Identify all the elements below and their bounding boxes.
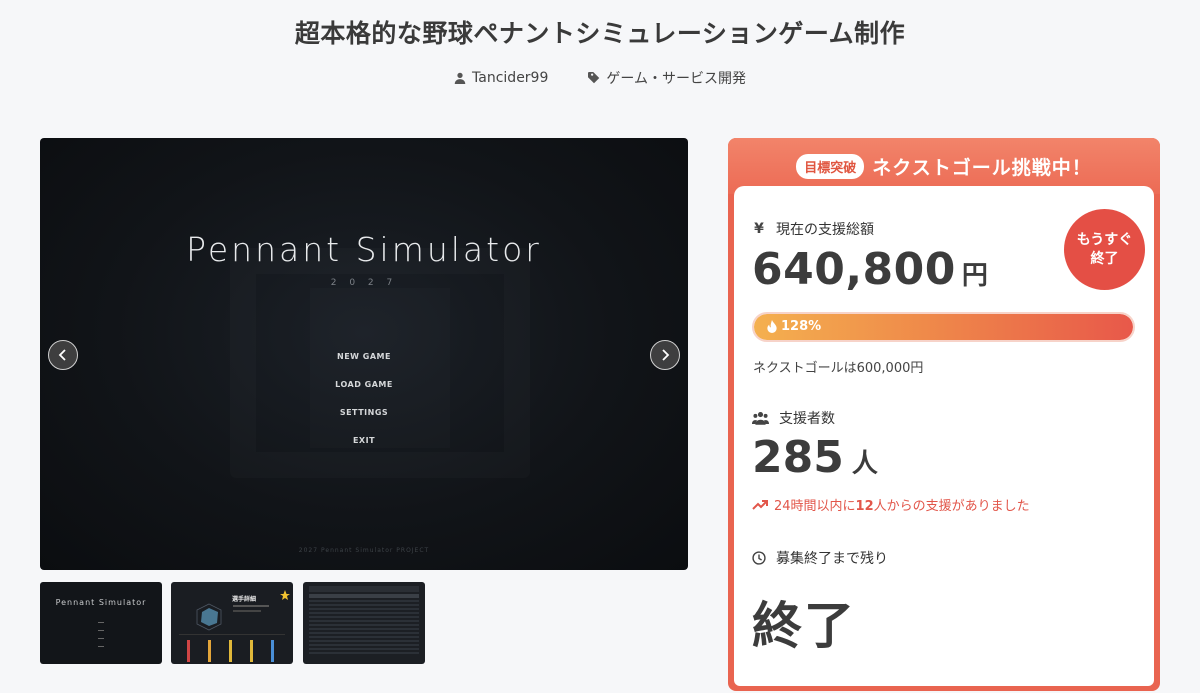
clock-icon [752, 551, 766, 565]
thumbnail-1-title: Pennant Simulator [55, 598, 147, 607]
fire-icon [767, 320, 777, 333]
backers-unit: 人 [851, 449, 878, 479]
game-title: Pennant Simulator [186, 230, 542, 269]
next-goal-text: ネクストゴールは600,000円 [753, 361, 924, 376]
banner-text: ネクストゴール挑戦中！ [872, 156, 1092, 179]
thumbnail-2-image: 選手詳細 [179, 590, 290, 662]
goal-achieved-badge: 目標突破 [796, 153, 865, 179]
thumbnail-1[interactable]: Pennant Simulator [40, 582, 162, 664]
ending-soon-badge: もうすぐ 終了 [1064, 209, 1145, 290]
menu-settings: SETTINGS [339, 408, 389, 417]
category-link[interactable]: ゲーム・サービス開発 [588, 68, 746, 88]
author-link[interactable]: Tancider99 [454, 68, 548, 88]
project-title: 超本格的な野球ペナントシミュレーションゲーム制作 [294, 19, 906, 48]
carousel-next-button[interactable] [650, 340, 680, 370]
project-meta: Tancider99 ゲーム・サービス開発 [0, 68, 1200, 88]
progress-text: 128% [766, 319, 821, 334]
thumbnail-2[interactable]: 選手詳細 [171, 582, 293, 664]
backers-value: 285 [752, 432, 844, 483]
yen-icon: ¥ [754, 221, 764, 237]
carousel-prev-button[interactable] [48, 340, 78, 370]
author-name: Tancider99 [472, 70, 549, 86]
progress-bar: 128% [752, 312, 1135, 342]
chevron-left-icon [58, 349, 66, 361]
game-menu: NEW GAME LOAD GAME SETTINGS EXIT [40, 352, 688, 445]
trending-up-icon [752, 499, 768, 510]
total-amount: 640,800 円 [752, 244, 988, 295]
thumbnail-3[interactable] [303, 582, 425, 664]
chevron-right-icon [662, 349, 670, 361]
main-image-carousel[interactable]: Pennant Simulator 2 0 2 7 NEW GAME LOAD … [40, 138, 688, 570]
user-icon [454, 72, 466, 84]
amount-label: ¥ 現在の支援総額 [752, 219, 874, 239]
menu-load-game: LOAD GAME [335, 380, 393, 389]
thumbnail-3-image [309, 586, 419, 654]
game-year: 2 0 2 7 [330, 278, 398, 288]
amount-unit: 円 [961, 261, 988, 291]
tag-icon [588, 72, 600, 84]
users-icon [752, 412, 769, 425]
thumbnail-2-title: 選手詳細 [232, 595, 256, 603]
backers-count: 285 人 [752, 432, 878, 483]
remaining-label: 募集終了まで残り [752, 548, 888, 568]
menu-exit: EXIT [352, 436, 376, 445]
backers-label: 支援者数 [752, 408, 835, 428]
amount-value: 640,800 [752, 244, 956, 295]
game-copyright: 2027 Pennant Simulator PROJECT [298, 547, 430, 554]
category-name: ゲーム・サービス開発 [606, 71, 746, 87]
progress-percent: 128% [781, 319, 822, 334]
recent-backers-trend: 24時間以内に12人からの支援がありました [752, 495, 1030, 514]
menu-new-game: NEW GAME [337, 352, 391, 361]
remaining-value: 終了 [752, 597, 856, 655]
